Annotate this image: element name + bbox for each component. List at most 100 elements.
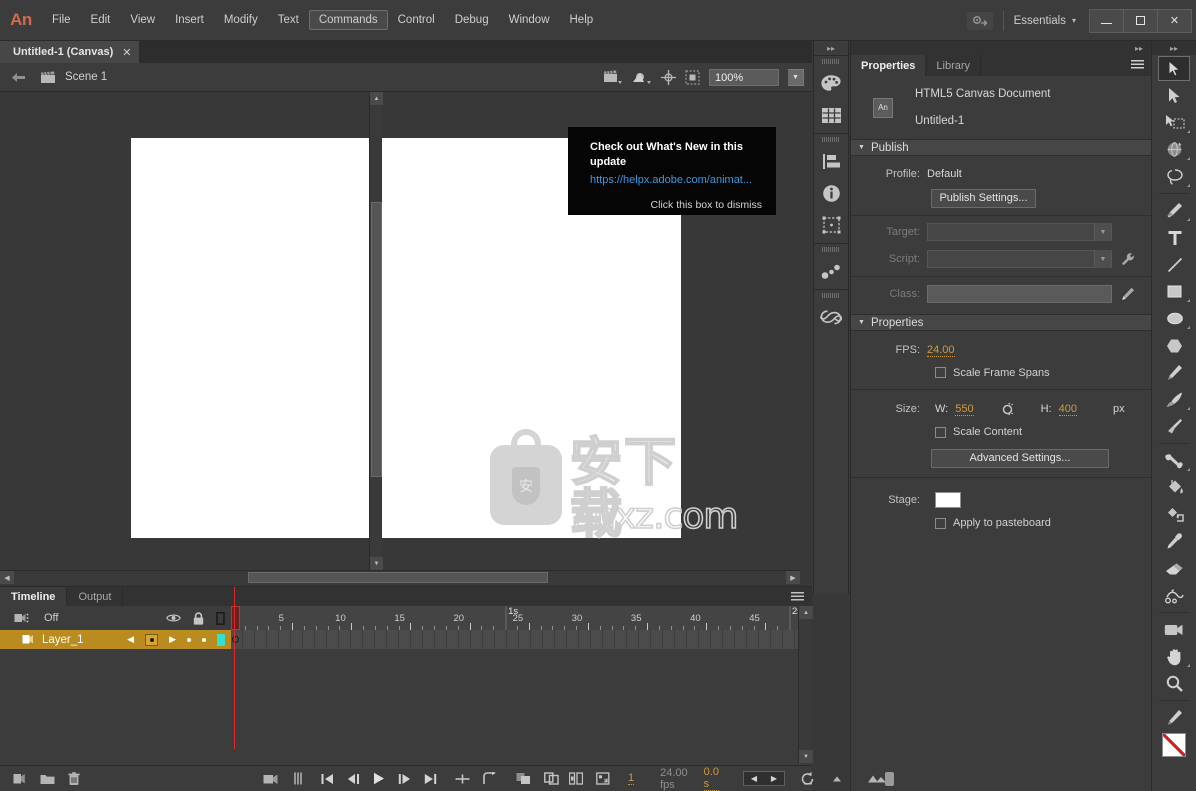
scale-content-checkbox[interactable] [935, 426, 946, 438]
text-tool-icon[interactable] [1152, 224, 1196, 251]
tab-library[interactable]: Library [926, 55, 982, 76]
info-panel-icon[interactable] [814, 177, 848, 209]
zoom-dropdown-caret-icon[interactable]: ▼ [788, 69, 804, 86]
disclosure-triangle-icon[interactable]: ▼ [858, 319, 865, 326]
zoom-level-input[interactable]: 100% [709, 69, 779, 86]
3d-rotation-tool-icon[interactable] [1152, 136, 1196, 163]
reshape-frames-icon[interactable] [596, 772, 610, 785]
table-row[interactable]: Layer_1 ◀ ▶ [0, 630, 231, 649]
workspace-switch-icon[interactable] [966, 11, 993, 30]
scroll-down-arrow-icon[interactable]: ▼ [799, 750, 813, 763]
layer-camera-icon[interactable] [14, 612, 29, 624]
stage-color-swatch[interactable] [935, 492, 961, 508]
eyedropper-tool-icon[interactable] [1152, 528, 1196, 555]
dock-drag-handle[interactable] [814, 290, 848, 301]
properties-collapse-icon[interactable]: ▸▸ [851, 41, 1151, 55]
edit-class-pencil-icon[interactable] [1121, 287, 1135, 301]
loop-playback-icon[interactable] [483, 772, 498, 785]
stage-hscroll-thumb[interactable] [248, 572, 548, 583]
class-input[interactable] [927, 285, 1112, 303]
target-dropdown[interactable]: ▼ [927, 223, 1112, 241]
loop-next-button[interactable]: ▶ [764, 772, 784, 785]
close-icon[interactable]: ✕ [122, 46, 131, 59]
dock-drag-handle[interactable] [814, 134, 848, 145]
disclosure-triangle-icon[interactable]: ▼ [858, 144, 865, 151]
wrench-icon[interactable] [1121, 252, 1135, 266]
menu-insert[interactable]: Insert [165, 10, 214, 30]
advanced-settings-button[interactable]: Advanced Settings... [931, 448, 1109, 468]
pencil-tool-icon[interactable] [1152, 359, 1196, 386]
transform-panel-icon[interactable] [814, 209, 848, 241]
document-tab-untitled-1[interactable]: Untitled-1 (Canvas) ✕ [0, 41, 141, 63]
menu-window[interactable]: Window [499, 10, 560, 30]
timeline-ruler[interactable]: 1510152025303540455055606571s2s [231, 606, 798, 630]
stage-vscroll-thumb[interactable] [371, 202, 382, 477]
selection-tool-icon[interactable] [1152, 55, 1196, 82]
frame-rate-display[interactable]: 24.00 fps [660, 767, 688, 791]
maximize-button[interactable] [1123, 8, 1158, 33]
layer-depth-indicator[interactable] [145, 633, 159, 646]
step-back-one-frame-icon[interactable] [347, 773, 360, 785]
panel-menu-icon[interactable] [1131, 60, 1144, 70]
menu-commands[interactable]: Commands [308, 10, 388, 30]
back-arrow-icon[interactable] [11, 72, 26, 83]
tab-properties[interactable]: Properties [851, 55, 927, 76]
scroll-up-arrow-icon[interactable]: ▲ [799, 606, 813, 619]
camera-state-label[interactable]: Off [44, 612, 58, 624]
profile-value[interactable]: Default [927, 168, 962, 180]
go-to-first-frame-icon[interactable] [321, 773, 334, 785]
menu-control[interactable]: Control [388, 10, 445, 30]
rectangle-tool-icon[interactable] [1152, 278, 1196, 305]
layer-lock-toggle[interactable] [202, 637, 206, 642]
layer-prev-arrow-icon[interactable]: ◀ [127, 634, 134, 645]
ink-bottle-tool-icon[interactable] [1152, 501, 1196, 528]
motion-presets-icon[interactable] [814, 255, 848, 287]
play-icon[interactable] [373, 772, 385, 785]
stroke-color-pencil-icon[interactable] [1152, 704, 1196, 731]
height-value[interactable]: 400 [1058, 403, 1077, 416]
minimize-button[interactable] [1089, 8, 1124, 33]
outline-box-icon[interactable] [216, 611, 225, 625]
tab-output[interactable]: Output [67, 587, 124, 606]
tools-collapse-icon[interactable]: ▸▸ [1152, 41, 1196, 55]
eye-visibility-icon[interactable] [166, 613, 181, 623]
layer-frame-strip[interactable] [231, 630, 798, 649]
menu-help[interactable]: Help [560, 10, 604, 30]
subselection-tool-icon[interactable] [1152, 82, 1196, 109]
loop-prev-button[interactable]: ◀ [744, 772, 764, 785]
layer-next-arrow-icon[interactable]: ▶ [169, 634, 176, 645]
center-frame-icon[interactable] [455, 773, 470, 785]
polystar-tool-icon[interactable] [1152, 332, 1196, 359]
workspace-label[interactable]: Essentials [1014, 15, 1066, 27]
dock-drag-handle[interactable] [814, 56, 848, 67]
onion-skin-outline-icon[interactable] [516, 772, 531, 785]
brush-tool-icon[interactable] [1152, 386, 1196, 413]
scale-frame-spans-checkbox[interactable] [935, 367, 946, 378]
current-frame-value[interactable]: 1 [628, 772, 635, 785]
stage-horizontal-scrollbar[interactable]: ◀ ▶ [0, 570, 800, 584]
notification-link[interactable]: https://helpx.adobe.com/animat... [590, 174, 762, 186]
lasso-tool-icon[interactable] [1152, 163, 1196, 190]
go-to-last-frame-icon[interactable] [424, 773, 437, 785]
chevron-down-icon[interactable]: ▼ [1094, 250, 1111, 268]
chevron-down-icon[interactable]: ▼ [1094, 223, 1111, 241]
width-value[interactable]: 550 [955, 403, 974, 416]
playhead-marker[interactable] [231, 606, 240, 630]
step-forward-one-frame-icon[interactable] [398, 773, 411, 785]
menu-modify[interactable]: Modify [214, 10, 268, 30]
zoom-out-frames-icon[interactable] [830, 774, 844, 783]
eraser-tool-icon[interactable] [1152, 555, 1196, 582]
dock-drag-handle[interactable] [814, 244, 848, 255]
clip-content-icon[interactable] [685, 70, 700, 85]
lock-icon[interactable] [193, 611, 204, 625]
whats-new-notification[interactable]: Check out What's New in this update http… [568, 127, 776, 215]
scroll-left-arrow-icon[interactable]: ◀ [0, 571, 14, 584]
layer-outline-color-swatch[interactable] [217, 633, 225, 646]
script-dropdown[interactable]: ▼ [927, 250, 1112, 268]
dock-expand-icon[interactable]: ▸▸ [814, 41, 848, 55]
onion-skin-icon[interactable] [293, 772, 303, 785]
bone-tool-icon[interactable] [1152, 447, 1196, 474]
edit-multiple-frames-icon[interactable] [544, 772, 559, 785]
frames-grid[interactable] [231, 630, 798, 763]
delete-layer-trash-icon[interactable] [68, 771, 80, 786]
